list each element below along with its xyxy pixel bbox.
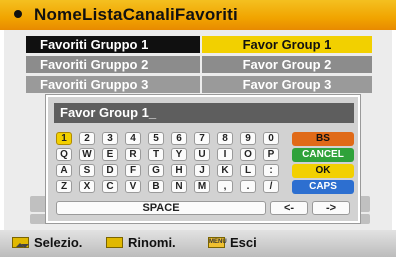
key-b[interactable]: B xyxy=(148,180,164,193)
key-4[interactable]: 4 xyxy=(125,132,141,145)
page-title: NomeListaCanaliFavoriti xyxy=(34,5,238,24)
key-3[interactable]: 3 xyxy=(102,132,118,145)
key-n[interactable]: N xyxy=(171,180,187,193)
tv-osd-screen: NomeListaCanaliFavoriti Favoriti Gruppo … xyxy=(0,0,396,257)
ok-button-icon xyxy=(106,237,123,248)
key-k[interactable]: K xyxy=(217,164,233,177)
rename-input[interactable]: Favor Group 1_ xyxy=(54,103,354,123)
key-comma[interactable]: , xyxy=(217,180,233,193)
key-p[interactable]: P xyxy=(263,148,279,161)
row-name: Favoriti Gruppo 2 xyxy=(26,56,200,73)
key-i[interactable]: I xyxy=(217,148,233,161)
key-slash[interactable]: / xyxy=(263,180,279,193)
cursor-left-key[interactable]: <- xyxy=(270,201,308,215)
key-z[interactable]: Z xyxy=(56,180,72,193)
favorite-group-row[interactable]: Favoriti Gruppo 3 Favor Group 3 xyxy=(26,76,372,93)
cancel-key[interactable]: CANCEL xyxy=(292,148,354,162)
key-j[interactable]: J xyxy=(194,164,210,177)
virtual-keyboard: Favor Group 1_ 1234567890 QWERTYUIOP ASDFG… xyxy=(46,95,360,223)
key-t[interactable]: T xyxy=(148,148,164,161)
row-name: Favoriti Gruppo 3 xyxy=(26,76,200,93)
key-f[interactable]: F xyxy=(125,164,141,177)
menu-button-icon: MENU xyxy=(208,237,227,248)
bullet-icon xyxy=(14,10,22,18)
key-c[interactable]: C xyxy=(102,180,118,193)
key-v[interactable]: V xyxy=(125,180,141,193)
favorite-group-row[interactable]: Favoriti Gruppo 2 Favor Group 2 xyxy=(26,56,372,73)
header-bar: NomeListaCanaliFavoriti xyxy=(0,0,396,30)
key-l[interactable]: L xyxy=(240,164,256,177)
key-period[interactable]: . xyxy=(240,180,256,193)
key-o[interactable]: O xyxy=(240,148,256,161)
space-key[interactable]: SPACE xyxy=(56,201,266,215)
key-m[interactable]: M xyxy=(194,180,210,193)
row-value: Favor Group 2 xyxy=(202,56,372,73)
key-5[interactable]: 5 xyxy=(148,132,164,145)
ok-key[interactable]: OK xyxy=(292,164,354,178)
row-value: Favor Group 3 xyxy=(202,76,372,93)
backspace-key[interactable]: BS xyxy=(292,132,354,146)
cursor-right-key[interactable]: -> xyxy=(312,201,350,215)
exit-label: Esci xyxy=(230,235,257,250)
key-g[interactable]: G xyxy=(148,164,164,177)
key-q[interactable]: Q xyxy=(56,148,72,161)
favorite-group-row[interactable]: Favoriti Gruppo 1 Favor Group 1 xyxy=(26,36,372,53)
rename-label: Rinomi. xyxy=(128,235,176,250)
key-u[interactable]: U xyxy=(194,148,210,161)
arrow-keys-icon xyxy=(12,237,29,248)
footer-bar: Selezio. Rinomi. MENU Esci xyxy=(0,230,396,257)
key-colon[interactable]: : xyxy=(263,164,279,177)
key-h[interactable]: H xyxy=(171,164,187,177)
key-a[interactable]: A xyxy=(56,164,72,177)
key-s[interactable]: S xyxy=(79,164,95,177)
key-d[interactable]: D xyxy=(102,164,118,177)
key-7[interactable]: 7 xyxy=(194,132,210,145)
key-1[interactable]: 1 xyxy=(56,132,72,145)
key-r[interactable]: R xyxy=(125,148,141,161)
key-y[interactable]: Y xyxy=(171,148,187,161)
key-8[interactable]: 8 xyxy=(217,132,233,145)
key-6[interactable]: 6 xyxy=(171,132,187,145)
row-value: Favor Group 1 xyxy=(202,36,372,53)
key-0[interactable]: 0 xyxy=(263,132,279,145)
key-e[interactable]: E xyxy=(102,148,118,161)
key-w[interactable]: W xyxy=(79,148,95,161)
key-x[interactable]: X xyxy=(79,180,95,193)
key-9[interactable]: 9 xyxy=(240,132,256,145)
row-name: Favoriti Gruppo 1 xyxy=(26,36,200,53)
caps-key[interactable]: CAPS xyxy=(292,180,354,194)
key-2[interactable]: 2 xyxy=(79,132,95,145)
select-label: Selezio. xyxy=(34,235,83,250)
